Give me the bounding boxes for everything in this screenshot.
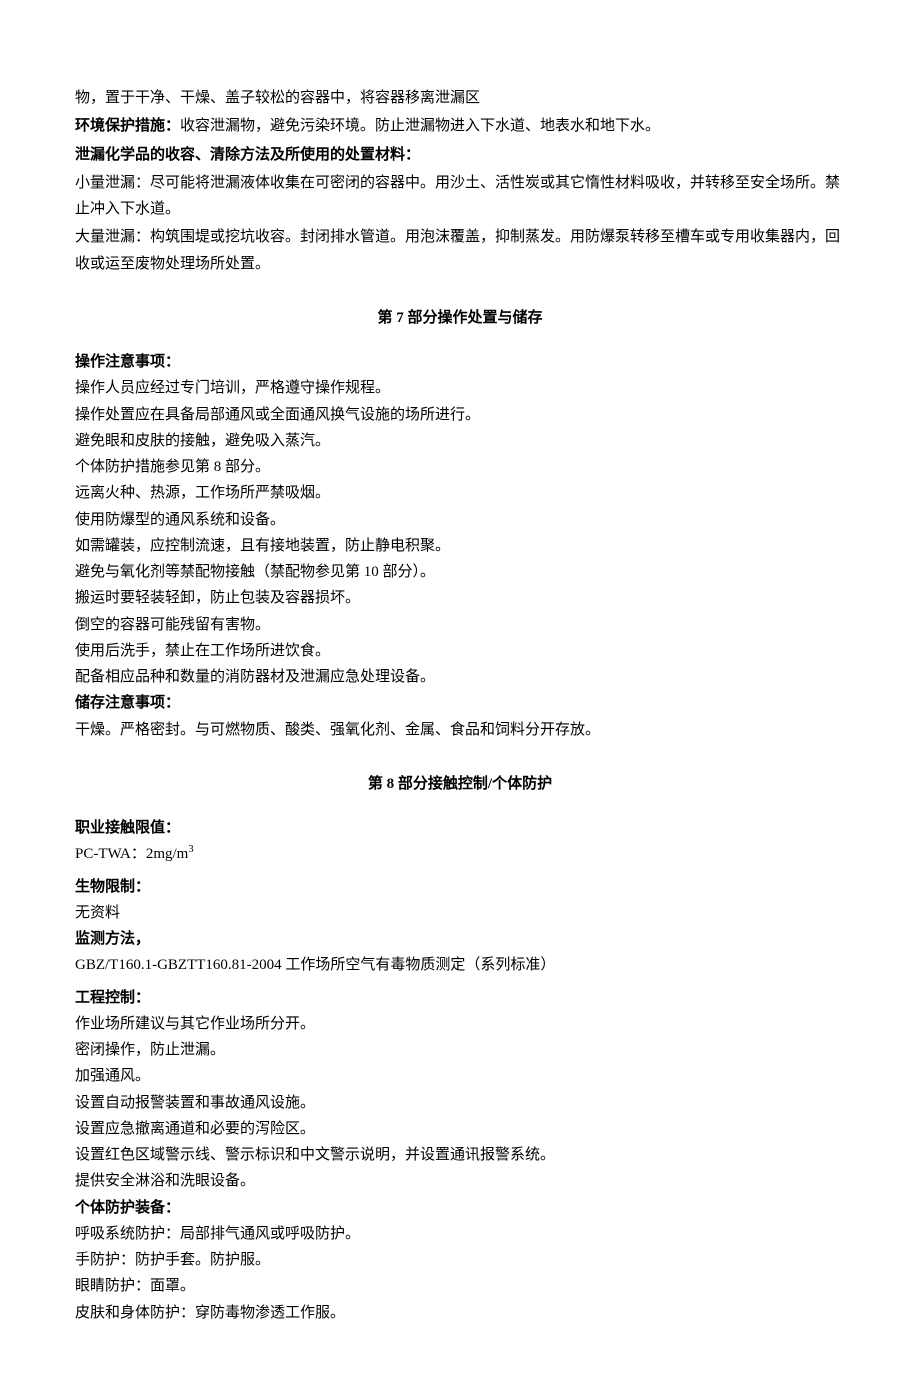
cleanup-label: 泄漏化学品的收容、清除方法及所使用的处置材料： xyxy=(75,142,845,168)
op-item: 避免眼和皮肤的接触，避免吸入蒸汽。 xyxy=(75,428,845,454)
occ-limit-label: 职业接触限值： xyxy=(75,815,845,841)
bio-limit-label: 生物限制： xyxy=(75,874,845,900)
bio-limit-text: 无资料 xyxy=(75,900,845,926)
op-item: 操作处置应在具备局部通风或全面通风换气设施的场所进行。 xyxy=(75,402,845,428)
section8-title: 第 8 部分接触控制/个体防护 xyxy=(75,771,845,797)
large-leak-text: 大量泄漏：构筑围堤或挖坑收容。封闭排水管道。用泡沫覆盖，抑制蒸发。用防爆泵转移至… xyxy=(75,224,845,277)
eng-item: 加强通风。 xyxy=(75,1063,845,1089)
op-item: 搬运时要轻装轻卸，防止包装及容器损坏。 xyxy=(75,585,845,611)
env-text: 收容泄漏物，避免污染环境。防止泄漏物进入下水道、地表水和地下水。 xyxy=(180,118,660,134)
ppe-item: 呼吸系统防护：局部排气通风或呼吸防护。 xyxy=(75,1221,845,1247)
storage-text: 干燥。严格密封。与可燃物质、酸类、强氧化剂、金属、食品和饲料分开存放。 xyxy=(75,717,845,743)
eng-item: 设置自动报警装置和事故通风设施。 xyxy=(75,1090,845,1116)
engineering-label: 工程控制： xyxy=(75,985,845,1011)
section7-title: 第 7 部分操作处置与储存 xyxy=(75,305,845,331)
eng-item: 设置应急撤离通道和必要的泻险区。 xyxy=(75,1116,845,1142)
pctwa-value: PC-TWA：2mg/m3 xyxy=(75,841,845,867)
op-item: 操作人员应经过专门培训，严格遵守操作规程。 xyxy=(75,375,845,401)
monitoring-text: GBZ/T160.1-GBZTT160.81-2004 工作场所空气有毒物质测定… xyxy=(75,952,845,978)
env-protection-line: 环境保护措施：收容泄漏物，避免污染环境。防止泄漏物进入下水道、地表水和地下水。 xyxy=(75,113,845,139)
ppe-item: 皮肤和身体防护：穿防毒物渗透工作服。 xyxy=(75,1300,845,1326)
op-item: 避免与氧化剂等禁配物接触（禁配物参见第 10 部分）。 xyxy=(75,559,845,585)
ppe-item: 手防护：防护手套。防护服。 xyxy=(75,1247,845,1273)
op-item: 个体防护措施参见第 8 部分。 xyxy=(75,454,845,480)
ppe-label: 个体防护装备： xyxy=(75,1195,845,1221)
monitoring-label: 监测方法， xyxy=(75,926,845,952)
op-item: 配备相应品种和数量的消防器材及泄漏应急处理设备。 xyxy=(75,664,845,690)
pctwa-sup: 3 xyxy=(188,844,193,855)
small-leak-text: 小量泄漏：尽可能将泄漏液体收集在可密闭的容器中。用沙土、活性炭或其它惰性材料吸收… xyxy=(75,170,845,223)
ppe-item: 眼睛防护：面罩。 xyxy=(75,1273,845,1299)
eng-item: 作业场所建议与其它作业场所分开。 xyxy=(75,1011,845,1037)
operation-label: 操作注意事项： xyxy=(75,349,845,375)
storage-label: 储存注意事项： xyxy=(75,690,845,716)
op-item: 倒空的容器可能残留有害物。 xyxy=(75,612,845,638)
op-item: 如需罐装，应控制流速，且有接地装置，防止静电积聚。 xyxy=(75,533,845,559)
continuation-text: 物，置于干净、干燥、盖子较松的容器中，将容器移离泄漏区 xyxy=(75,85,845,111)
op-item: 远离火种、热源，工作场所严禁吸烟。 xyxy=(75,480,845,506)
env-label: 环境保护措施： xyxy=(75,118,180,134)
eng-item: 密闭操作，防止泄漏。 xyxy=(75,1037,845,1063)
eng-item: 设置红色区域警示线、警示标识和中文警示说明，并设置通讯报警系统。 xyxy=(75,1142,845,1168)
op-item: 使用防爆型的通风系统和设备。 xyxy=(75,507,845,533)
pctwa-prefix: PC-TWA：2mg/m xyxy=(75,846,188,862)
op-item: 使用后洗手，禁止在工作场所进饮食。 xyxy=(75,638,845,664)
eng-item: 提供安全淋浴和洗眼设备。 xyxy=(75,1168,845,1194)
